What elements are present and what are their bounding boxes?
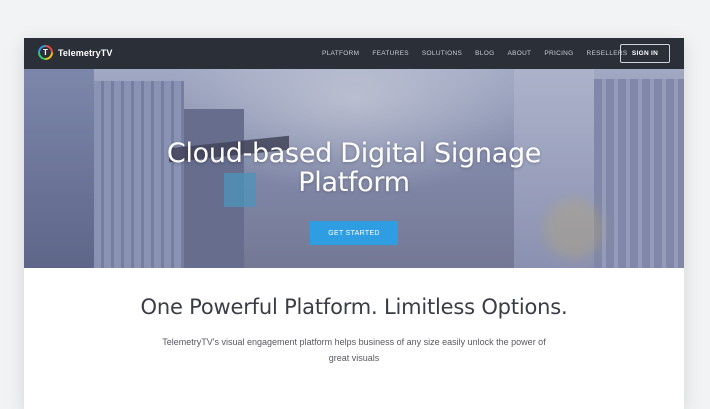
browser-window: T TelemetryTV PLATFORM FEATURES SOLUTION… — [24, 38, 684, 409]
hero-title: Cloud-based Digital Signage Platform — [24, 139, 684, 197]
get-started-button[interactable]: GET STARTED — [310, 221, 398, 245]
nav-link-blog[interactable]: BLOG — [475, 50, 494, 57]
hero-title-line2: Platform — [298, 167, 410, 198]
section-description-line2: great visuals — [328, 353, 380, 363]
hero-title-line1: Cloud-based Digital Signage — [166, 138, 542, 169]
brand-name: TelemetryTV — [58, 47, 113, 58]
nav-link-platform[interactable]: PLATFORM — [322, 50, 359, 57]
intro-section: One Powerful Platform. Limitless Options… — [24, 268, 684, 409]
sign-in-button[interactable]: SIGN IN — [620, 44, 670, 63]
nav-link-solutions[interactable]: SOLUTIONS — [422, 50, 462, 57]
nav-link-pricing[interactable]: PRICING — [544, 50, 573, 57]
section-description: TelemetryTV's visual engagement platform… — [134, 334, 574, 366]
section-title: One Powerful Platform. Limitless Options… — [140, 295, 568, 319]
nav-link-features[interactable]: FEATURES — [372, 50, 409, 57]
hero-banner: Cloud-based Digital Signage Platform GET… — [24, 69, 684, 268]
top-navbar: T TelemetryTV PLATFORM FEATURES SOLUTION… — [24, 38, 684, 69]
brand-logo[interactable]: T TelemetryTV — [38, 45, 112, 60]
nav-menu: PLATFORM FEATURES SOLUTIONS BLOG ABOUT P… — [322, 38, 641, 69]
section-description-line1: TelemetryTV's visual engagement platform… — [162, 337, 546, 347]
telemetrytv-logo-icon: T — [38, 45, 53, 60]
nav-link-about[interactable]: ABOUT — [507, 50, 531, 57]
logo-letter: T — [40, 47, 51, 58]
